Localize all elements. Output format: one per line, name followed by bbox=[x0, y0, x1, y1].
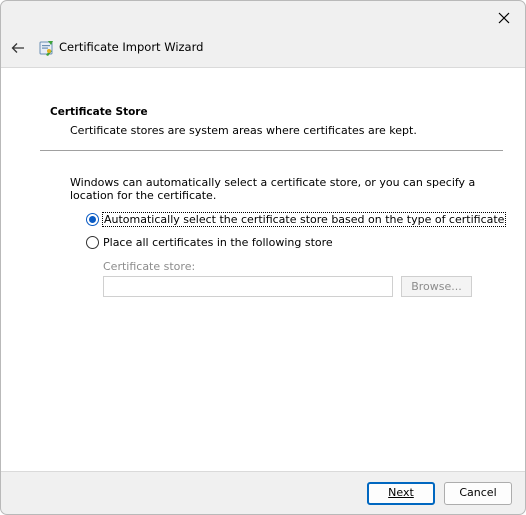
wizard-header: Certificate Import Wizard bbox=[1, 33, 525, 67]
next-button-label: Next bbox=[388, 486, 414, 499]
certificate-store-label: Certificate store: bbox=[103, 260, 196, 273]
auto-select-label[interactable]: Automatically select the certificate sto… bbox=[102, 212, 507, 227]
cancel-button[interactable]: Cancel bbox=[444, 482, 512, 505]
next-button[interactable]: Next bbox=[367, 482, 435, 505]
wizard-content: Certificate Store Certificate stores are… bbox=[1, 67, 525, 472]
manual-store-label[interactable]: Place all certificates in the following … bbox=[102, 236, 334, 249]
back-arrow-icon bbox=[11, 43, 24, 53]
back-button[interactable] bbox=[7, 37, 29, 59]
auto-select-radio[interactable] bbox=[86, 213, 99, 226]
close-icon bbox=[498, 12, 510, 24]
browse-button[interactable]: Browse... bbox=[401, 276, 472, 297]
auto-select-option[interactable]: Automatically select the certificate sto… bbox=[86, 212, 507, 227]
section-divider bbox=[40, 150, 503, 151]
certificate-wizard-icon bbox=[37, 39, 55, 57]
section-title: Certificate Store bbox=[50, 106, 148, 118]
wizard-title: Certificate Import Wizard bbox=[59, 40, 204, 54]
section-description: Certificate stores are system areas wher… bbox=[70, 124, 417, 137]
manual-store-option[interactable]: Place all certificates in the following … bbox=[86, 236, 334, 249]
close-button[interactable] bbox=[489, 5, 519, 31]
certificate-store-input[interactable] bbox=[103, 276, 393, 297]
manual-store-radio[interactable] bbox=[86, 236, 99, 249]
intro-text: Windows can automatically select a certi… bbox=[70, 176, 476, 202]
wizard-window: Certificate Import Wizard Certificate St… bbox=[0, 0, 526, 515]
